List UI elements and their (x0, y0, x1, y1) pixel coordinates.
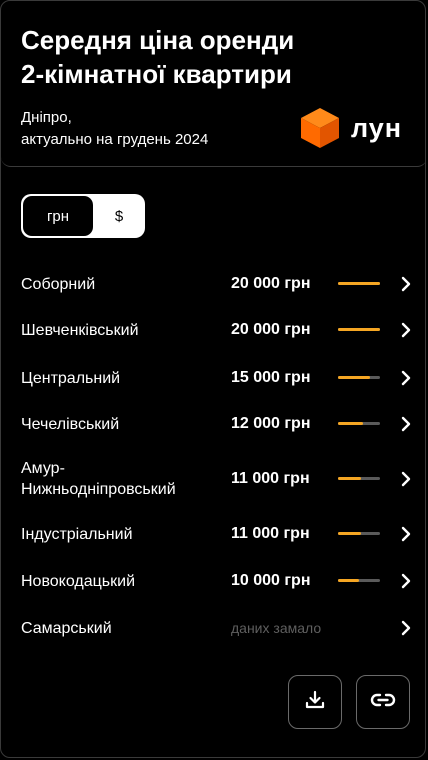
district-name: Новокодацький (21, 572, 136, 590)
district-name: Соборний (21, 275, 96, 293)
price-level-fill (338, 532, 361, 535)
price-level-bar (338, 282, 380, 285)
district-name: Центральний (21, 369, 121, 387)
district-row[interactable]: Новокодацький 10 000 грн (1, 559, 425, 603)
chevron-right-icon (398, 620, 414, 636)
chevron-right-icon (398, 573, 414, 589)
district-price: 15 000 грн (231, 369, 311, 386)
district-price: 12 000 грн (231, 415, 311, 432)
card-header: Середня ціна оренди 2-кімнатної квартири… (1, 1, 425, 167)
price-level-fill (338, 422, 363, 425)
title-line-2: 2-кімнатної квартири (21, 59, 292, 89)
price-level-fill (338, 579, 359, 582)
price-level-fill (338, 376, 370, 379)
district-row[interactable]: Індустріальний 11 000 грн (1, 512, 425, 556)
price-level-fill (338, 282, 380, 285)
district-row[interactable]: Самарський даних замало (1, 606, 425, 650)
district-row[interactable]: Шевченківський 20 000 грн (1, 308, 425, 352)
copy-link-button[interactable] (356, 675, 410, 729)
district-price: 11 000 грн (231, 470, 310, 487)
district-row[interactable]: Амур- Нижньодніпровський 11 000 грн (1, 457, 425, 501)
district-row[interactable]: Соборний 20 000 грн (1, 262, 425, 306)
lun-logo[interactable]: лун (299, 105, 413, 151)
district-price: 11 000 грн (231, 525, 310, 542)
currency-option-usd[interactable]: $ (95, 196, 143, 236)
insufficient-data-note: даних замало (231, 620, 322, 636)
district-name: Індустріальний (21, 525, 133, 543)
download-button[interactable] (288, 675, 342, 729)
price-level-bar (338, 477, 380, 480)
city-label: Дніпро, (21, 109, 72, 126)
price-level-fill (338, 328, 380, 331)
district-name: Амур- Нижньодніпровський (21, 460, 176, 498)
chevron-right-icon (398, 471, 414, 487)
price-card: Середня ціна оренди 2-кімнатної квартири… (0, 0, 426, 758)
currency-option-uah[interactable]: грн (23, 196, 93, 236)
download-icon (304, 689, 326, 716)
link-icon (370, 692, 396, 713)
price-level-bar (338, 376, 380, 379)
district-price: 10 000 грн (231, 572, 311, 589)
chevron-right-icon (398, 322, 414, 338)
district-price: 20 000 грн (231, 321, 311, 338)
logo-text: лун (351, 112, 403, 143)
chevron-right-icon (398, 526, 414, 542)
orange-cube-icon (299, 106, 341, 150)
chevron-right-icon (398, 276, 414, 292)
district-name: Самарський (21, 619, 112, 637)
district-row[interactable]: Чечелівський 12 000 грн (1, 402, 425, 446)
price-level-bar (338, 579, 380, 582)
district-row[interactable]: Центральний 15 000 грн (1, 356, 425, 400)
price-level-bar (338, 422, 380, 425)
chevron-right-icon (398, 370, 414, 386)
district-name: Шевченківський (21, 321, 139, 339)
title-line-1: Середня ціна оренди (21, 25, 295, 55)
district-name: Чечелівський (21, 415, 120, 433)
page-title: Середня ціна оренди 2-кімнатної квартири (21, 23, 351, 91)
district-price: 20 000 грн (231, 275, 311, 292)
date-label: актуально на грудень 2024 (21, 131, 209, 148)
price-level-fill (338, 477, 361, 480)
chevron-right-icon (398, 416, 414, 432)
subtitle: Дніпро, актуально на грудень 2024 (21, 107, 208, 151)
price-level-bar (338, 328, 380, 331)
currency-toggle: грн $ (21, 194, 145, 238)
price-level-bar (338, 532, 380, 535)
